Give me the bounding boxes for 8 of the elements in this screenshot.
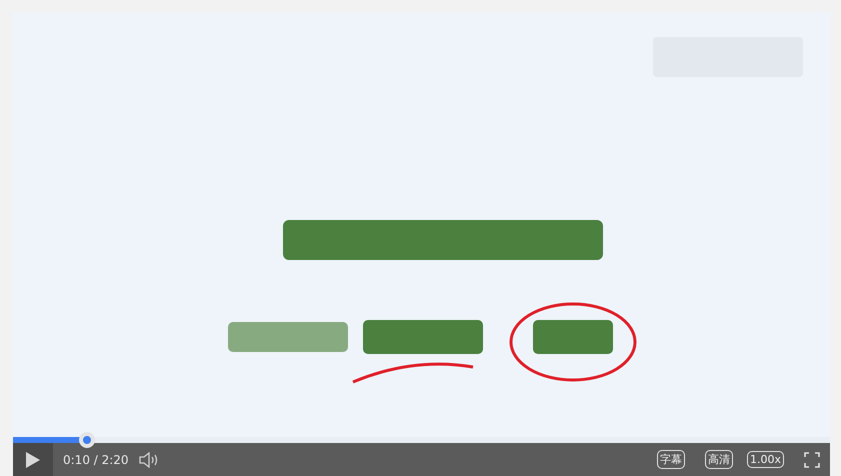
player-option-button[interactable]: 字幕 (656, 450, 685, 469)
player-option-button[interactable]: 高清 (704, 450, 733, 469)
play-button[interactable] (13, 443, 53, 476)
player-option-button[interactable]: 1.00x (746, 451, 784, 468)
play-icon (26, 452, 40, 468)
volume-icon[interactable] (138, 452, 159, 468)
fullscreen-icon[interactable] (804, 452, 820, 468)
time-display: 0:10 / 2:20 (63, 452, 129, 466)
